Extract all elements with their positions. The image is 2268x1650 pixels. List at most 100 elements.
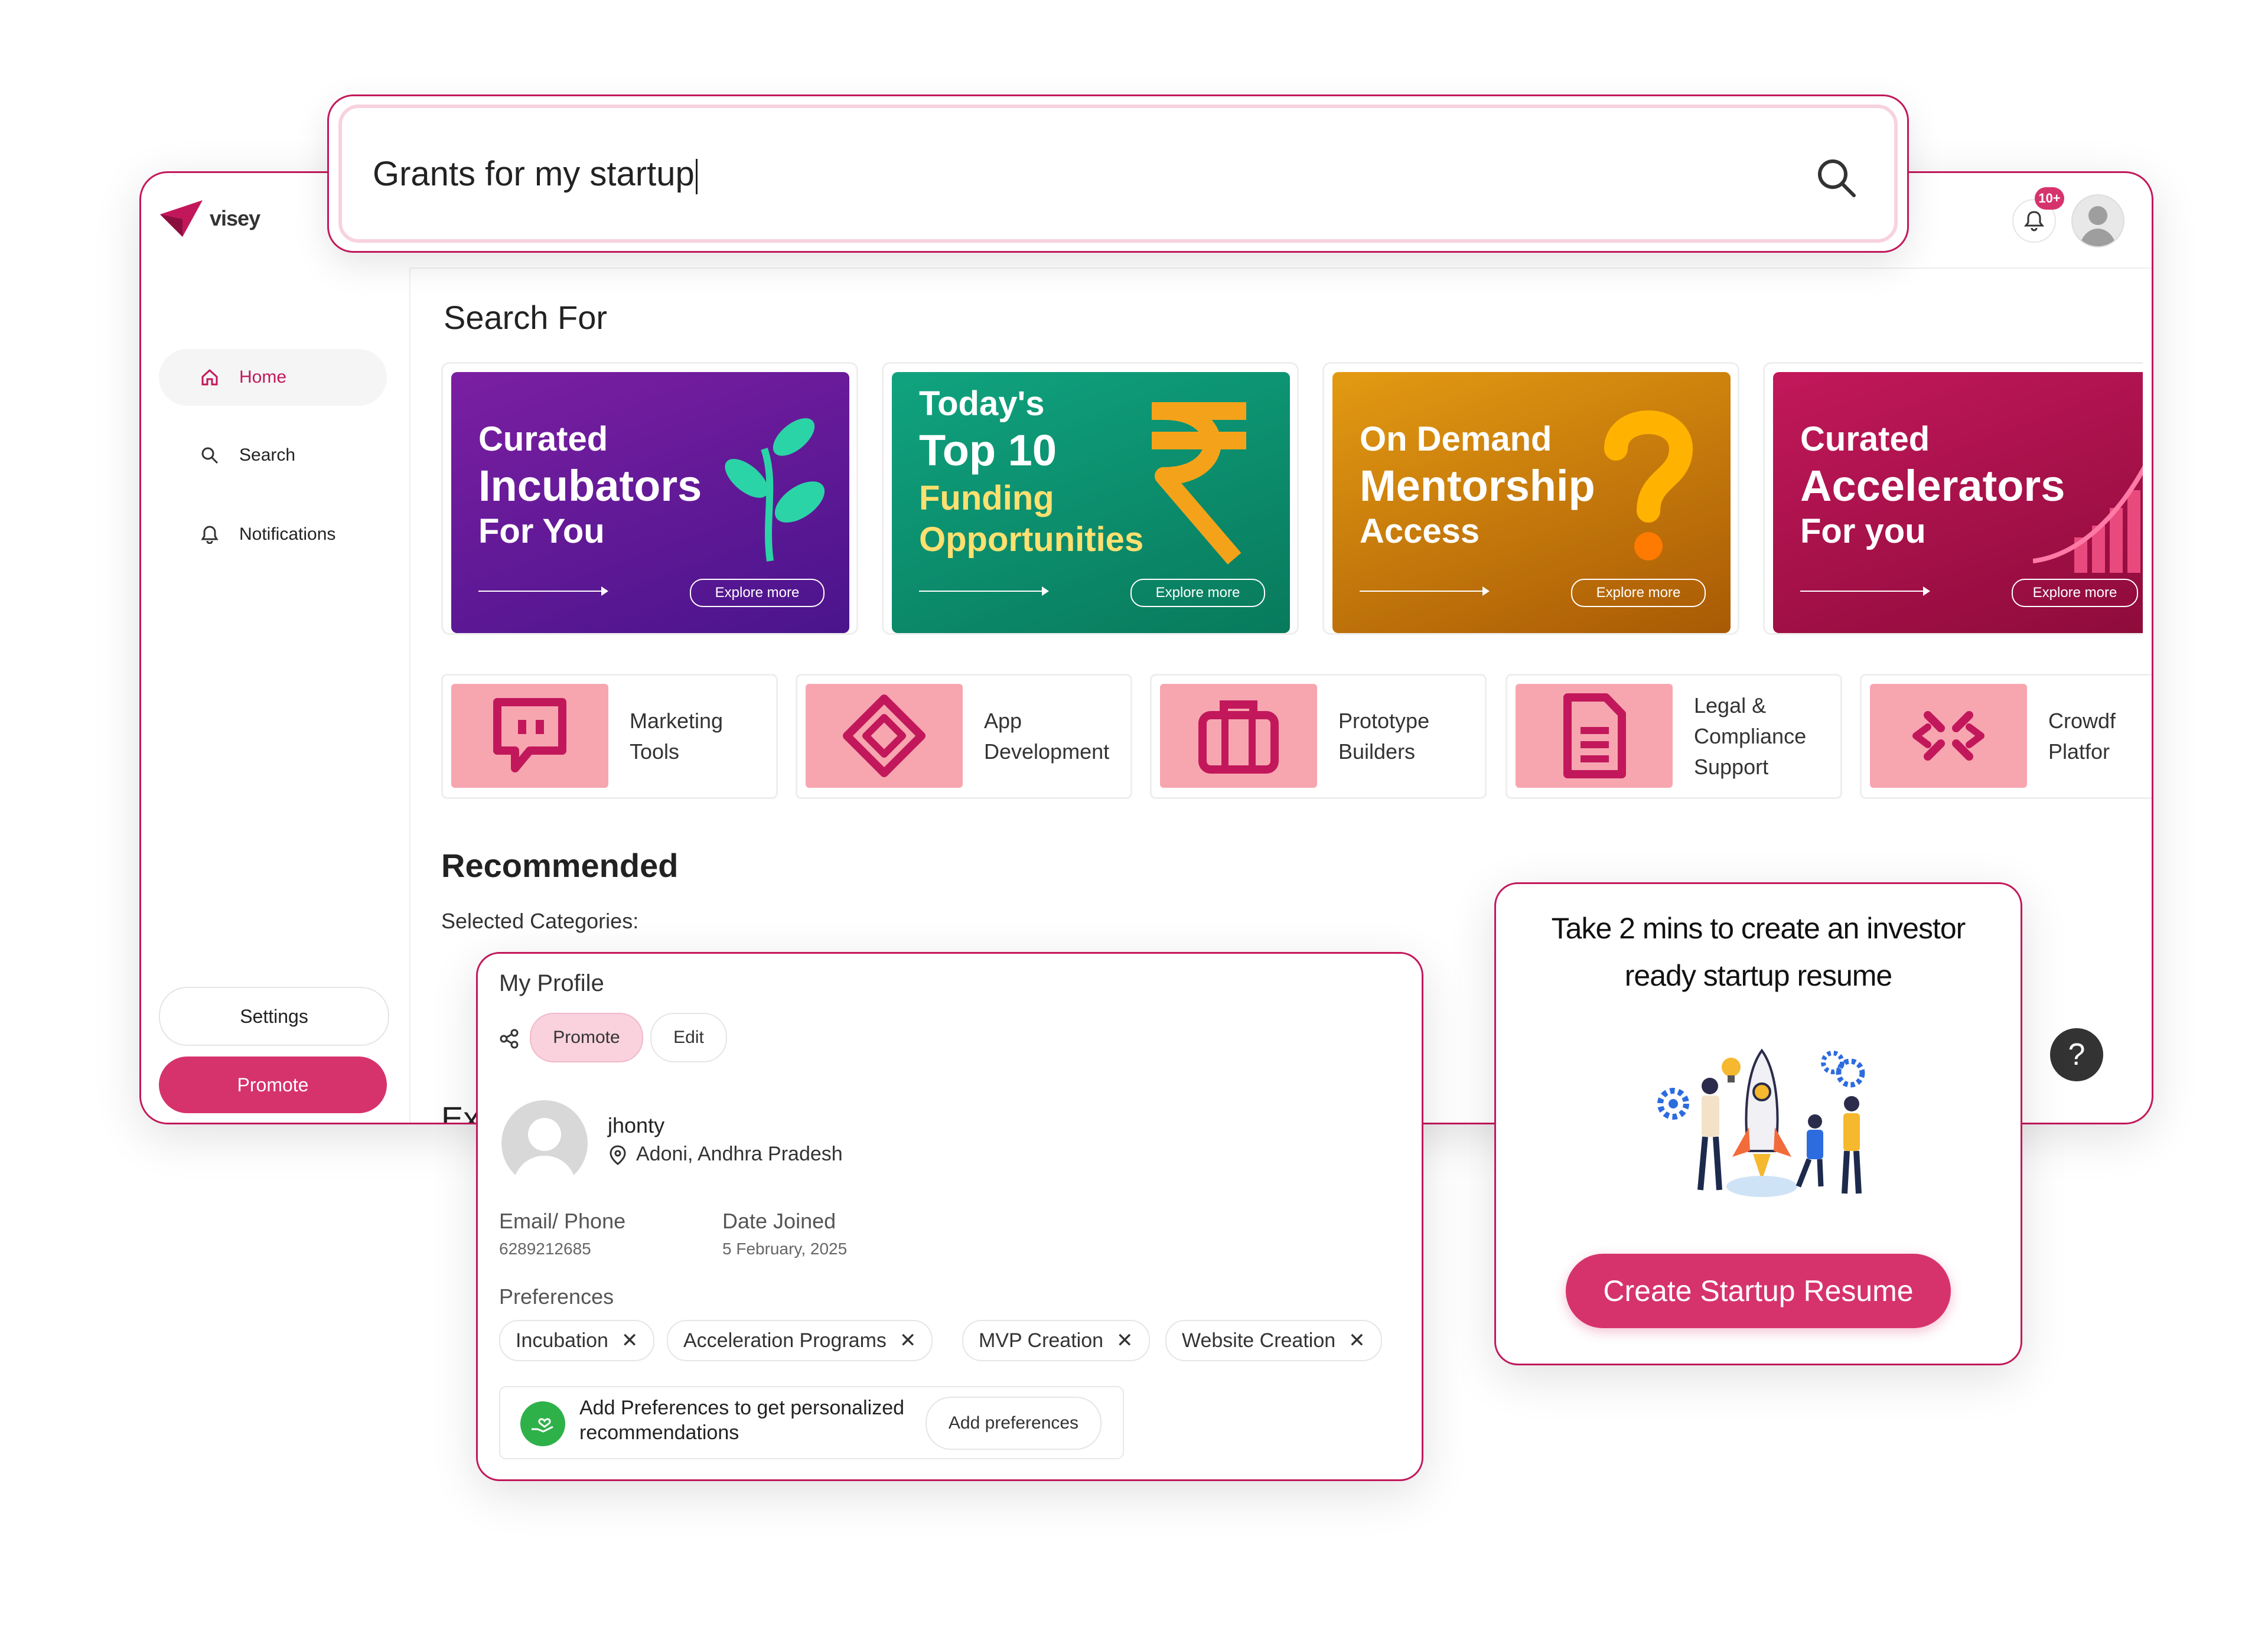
- arrow-right-icon: [919, 586, 1049, 596]
- mentorship-card[interactable]: On Demand Mentorship Access Explore more: [1322, 362, 1739, 635]
- date-joined-label: Date Joined: [722, 1209, 836, 1233]
- profile-avatar: [501, 1100, 588, 1186]
- email-phone-label: Email/ Phone: [499, 1209, 626, 1233]
- profile-title: My Profile: [499, 970, 604, 996]
- startup-team-illustration: [1657, 1048, 1865, 1197]
- profile-name: jhonty: [608, 1113, 665, 1137]
- date-joined-value: 5 February, 2025: [722, 1240, 848, 1258]
- card-title-line1: On Demand: [1360, 420, 1552, 458]
- create-startup-resume-button[interactable]: Create Startup Resume: [1566, 1254, 1951, 1328]
- preference-chip-label: MVP Creation: [979, 1329, 1104, 1352]
- cube-icon: [843, 694, 926, 777]
- location-pin-icon: [610, 1145, 626, 1165]
- profile-promote-button[interactable]: Promote: [530, 1013, 643, 1062]
- document-icon: [1563, 693, 1626, 778]
- remove-chip-icon[interactable]: ✕: [621, 1329, 638, 1352]
- plant-icon: [725, 418, 825, 562]
- arrow-right-icon: [1360, 586, 1490, 596]
- incubators-card-body: Curated Incubators For You Explore more: [451, 372, 849, 633]
- card-title-line2: Top 10: [919, 426, 1057, 475]
- home-icon: [198, 368, 221, 387]
- category-app-development[interactable]: App Development: [796, 674, 1132, 799]
- sidebar-item-notifications[interactable]: Notifications: [159, 506, 387, 563]
- sidebar-item-label: Home: [239, 367, 287, 387]
- user-avatar[interactable]: [2071, 194, 2124, 247]
- sidebar-promote-button[interactable]: Promote: [159, 1056, 387, 1113]
- incubators-card[interactable]: Curated Incubators For You Explore more: [441, 362, 858, 635]
- category-image: [1160, 684, 1317, 788]
- category-marketing-tools[interactable]: Marketing Tools: [441, 674, 778, 799]
- card-title-line1: Curated: [478, 420, 608, 458]
- explore-more-button[interactable]: Explore more: [2012, 579, 2138, 607]
- selected-categories-label: Selected Categories:: [441, 909, 639, 933]
- explore-more-button[interactable]: Explore more: [690, 579, 825, 607]
- remove-chip-icon[interactable]: ✕: [1116, 1329, 1133, 1352]
- card-title-line2: Accelerators: [1800, 461, 2065, 510]
- preference-chip: MVP Creation ✕: [962, 1320, 1150, 1361]
- sidebar-item-home[interactable]: Home: [159, 349, 387, 406]
- mentorship-card-body: On Demand Mentorship Access Explore more: [1332, 372, 1731, 633]
- chat-icon: [493, 698, 566, 772]
- preferences-label: Preferences: [499, 1284, 614, 1309]
- hand-heart-icon: [520, 1401, 565, 1446]
- category-image: [451, 684, 608, 788]
- briefcase-icon: [1198, 700, 1279, 774]
- add-preferences-text: Add Preferences to get personalized reco…: [579, 1397, 905, 1444]
- preference-chip: Website Creation ✕: [1165, 1320, 1382, 1361]
- category-label: Legal & Compliance Support: [1694, 693, 1807, 779]
- search-input[interactable]: Grants for my startup: [373, 154, 698, 194]
- explore-more-button[interactable]: Explore more: [1571, 579, 1706, 607]
- resume-headline-line1: Take 2 mins to create an investor: [1551, 912, 1966, 945]
- card-title-line3: Access: [1360, 512, 1480, 550]
- arrow-right-icon: [478, 586, 608, 596]
- logo-mark-icon: [160, 200, 203, 237]
- remove-chip-icon[interactable]: ✕: [1348, 1329, 1366, 1352]
- recommended-title: Recommended: [441, 847, 679, 884]
- share-icon[interactable]: [499, 1028, 520, 1049]
- remove-chip-icon[interactable]: ✕: [900, 1329, 917, 1352]
- card-title-line3: For you: [1800, 512, 1926, 550]
- category-label: Prototype Builders: [1338, 709, 1430, 764]
- user-avatar-icon: [512, 1118, 577, 1186]
- bell-icon: [198, 525, 221, 544]
- bell-icon: [2024, 211, 2044, 231]
- search-for-title: Search For: [444, 299, 607, 336]
- profile-edit-button[interactable]: Edit: [650, 1013, 727, 1062]
- sidebar-item-search[interactable]: Search: [159, 427, 387, 484]
- search-icon: [198, 446, 221, 465]
- category-prototype-builders[interactable]: Prototype Builders: [1150, 674, 1487, 799]
- sidebar-item-label: Notifications: [239, 524, 336, 544]
- my-profile-card: My Profile Promote Edit jhonty Adoni, An…: [476, 952, 1423, 1481]
- preference-chip: Incubation ✕: [499, 1320, 655, 1361]
- accelerators-card[interactable]: Curated Accelerators For you Explore mor…: [1763, 362, 2143, 635]
- funding-card[interactable]: Today's Top 10 Funding Opportunities Exp…: [882, 362, 1299, 635]
- search-icon[interactable]: [1814, 155, 1859, 200]
- category-legal-compliance[interactable]: Legal & Compliance Support: [1506, 674, 1842, 799]
- accelerators-card-body: Curated Accelerators For you Explore mor…: [1773, 372, 2143, 633]
- preference-chip-label: Website Creation: [1182, 1329, 1336, 1352]
- category-image: [1870, 684, 2027, 788]
- brand-logo[interactable]: visey: [159, 198, 260, 239]
- funding-card-body: Today's Top 10 Funding Opportunities Exp…: [892, 372, 1290, 633]
- card-title-line2: Incubators: [478, 461, 702, 510]
- add-preferences-banner: Add Preferences to get personalized reco…: [499, 1386, 1124, 1459]
- rupee-icon: [1152, 402, 1246, 565]
- global-search-box[interactable]: Grants for my startup: [327, 94, 1909, 253]
- help-button[interactable]: ?: [2050, 1028, 2103, 1081]
- category-label: Crowdf Platfor: [2048, 709, 2116, 764]
- sidebar-item-label: Search: [239, 445, 296, 465]
- category-label: Marketing Tools: [630, 709, 724, 764]
- add-preferences-button[interactable]: Add preferences: [926, 1397, 1102, 1450]
- sidebar: Home Search Notifications Settings Promo…: [141, 268, 410, 1123]
- settings-button[interactable]: Settings: [159, 987, 389, 1046]
- category-label: App Development: [984, 709, 1110, 764]
- category-crowdfunding[interactable]: Crowdf Platfor: [1860, 674, 2152, 799]
- preference-chip-label: Acceleration Programs: [683, 1329, 887, 1352]
- partial-section-title: Ex: [441, 1100, 480, 1124]
- explore-more-button[interactable]: Explore more: [1130, 579, 1265, 607]
- brand-name: visey: [210, 206, 260, 230]
- profile-location: Adoni, Andhra Pradesh: [636, 1143, 843, 1165]
- resume-headline-line2: ready startup resume: [1624, 959, 1892, 992]
- text-caret: [695, 158, 698, 194]
- card-title-line1: Curated: [1800, 420, 1930, 458]
